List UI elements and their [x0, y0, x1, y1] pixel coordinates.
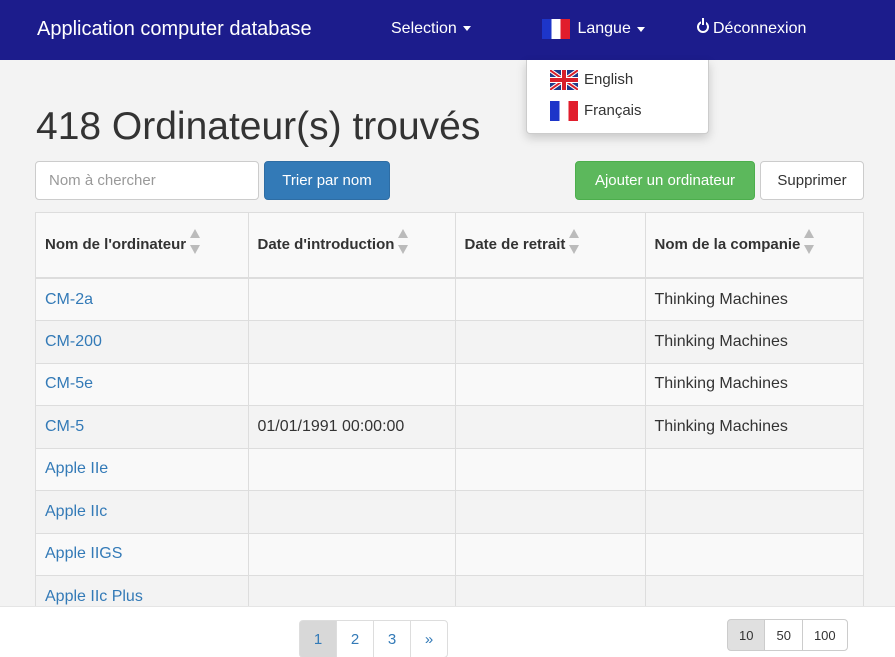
- sort-by-name-button[interactable]: Trier par nom: [264, 161, 390, 200]
- table-row: CM-200 Thinking Machines: [36, 320, 863, 363]
- uk-flag-icon: [550, 70, 578, 90]
- company-cell: Thinking Machines: [654, 290, 788, 308]
- fr-flag-icon: [542, 19, 570, 39]
- page-link-1[interactable]: 1: [299, 620, 337, 657]
- computer-name-cell[interactable]: CM-2a: [36, 278, 249, 321]
- company-cell: [645, 448, 863, 491]
- language-option-french[interactable]: Français: [550, 101, 642, 121]
- power-icon: [697, 18, 709, 34]
- sort-arrows-icon: [398, 228, 409, 258]
- discontinued-cell: [455, 533, 646, 576]
- column-header-discontinued[interactable]: Date de retrait: [455, 213, 646, 278]
- computer-name-cell[interactable]: Apple IIe: [36, 448, 249, 491]
- page-size-100-button[interactable]: 100: [801, 619, 848, 651]
- table-row: Apple IIc: [36, 490, 863, 534]
- footer-bar: 1 2 3 » 10 50 100: [0, 606, 895, 657]
- column-header-company[interactable]: Nom de la companie: [645, 213, 863, 278]
- computer-name-cell[interactable]: Apple IIGS: [36, 533, 249, 576]
- logout-link[interactable]: Déconnexion: [697, 18, 807, 38]
- company-cell: Thinking Machines: [654, 417, 788, 435]
- company-cell: Thinking Machines: [654, 375, 788, 393]
- introduced-cell: [248, 533, 456, 576]
- sort-arrows-icon: [190, 228, 201, 258]
- discontinued-cell: [455, 448, 646, 491]
- table-row: CM-5e Thinking Machines: [36, 363, 863, 406]
- computer-name-cell[interactable]: CM-200: [36, 320, 249, 363]
- company-cell: Thinking Machines: [654, 332, 788, 350]
- computer-name-link[interactable]: CM-5: [45, 418, 84, 435]
- top-navbar: Application computer database Selection …: [0, 0, 895, 60]
- next-page-link[interactable]: »: [410, 620, 448, 657]
- language-label: Langue: [577, 20, 631, 38]
- table-row: Apple IIGS: [36, 533, 863, 576]
- table-header-row: Nom de l'ordinateur Date d'introduction …: [36, 213, 863, 278]
- introduced-cell: [248, 575, 456, 606]
- computer-name-cell[interactable]: CM-5: [36, 405, 249, 448]
- language-dropdown: English Français: [526, 60, 709, 134]
- sort-arrows-icon: [804, 228, 815, 258]
- computers-table: Nom de l'ordinateur Date d'introduction …: [35, 212, 864, 606]
- page-size-selector: 10 50 100: [727, 619, 848, 651]
- computer-name-link[interactable]: Apple IIe: [45, 460, 108, 477]
- company-cell: [645, 533, 863, 576]
- discontinued-cell: [455, 490, 646, 533]
- discontinued-cell: [455, 405, 646, 448]
- computer-name-link[interactable]: CM-5e: [45, 375, 93, 392]
- table-row: Apple IIc Plus: [36, 575, 863, 607]
- discontinued-cell: [455, 320, 646, 363]
- page-size-50-button[interactable]: 50: [764, 619, 803, 651]
- page-title: 418 Ordinateur(s) trouvés: [36, 105, 481, 148]
- table-row: CM-5 01/01/1991 00:00:00 Thinking Machin…: [36, 405, 863, 448]
- introduced-cell: 01/01/1991 00:00:00: [248, 405, 456, 448]
- delete-button[interactable]: Supprimer: [760, 161, 864, 200]
- chevron-down-icon: [636, 26, 645, 32]
- computer-name-link[interactable]: CM-200: [45, 333, 102, 350]
- introduced-cell: [248, 278, 456, 321]
- sort-arrows-icon: [569, 228, 580, 258]
- introduced-cell: [248, 363, 456, 406]
- computer-name-cell[interactable]: Apple IIc Plus: [36, 575, 249, 606]
- computer-name-link[interactable]: Apple IIc: [45, 503, 107, 520]
- computer-name-link[interactable]: CM-2a: [45, 291, 93, 308]
- language-option-label: Français: [584, 101, 642, 119]
- selection-label: Selection: [391, 20, 457, 37]
- computer-name-link[interactable]: Apple IIGS: [45, 545, 122, 562]
- computer-name-cell[interactable]: Apple IIc: [36, 490, 249, 533]
- company-cell: [645, 491, 863, 534]
- introduced-cell: [248, 320, 456, 363]
- discontinued-cell: [455, 363, 646, 406]
- column-header-introduced[interactable]: Date d'introduction: [248, 213, 456, 278]
- page-size-10-button[interactable]: 10: [727, 619, 766, 651]
- selection-menu[interactable]: Selection: [391, 20, 471, 38]
- language-option-label: English: [584, 70, 634, 88]
- app-brand[interactable]: Application computer database: [37, 18, 312, 41]
- language-menu[interactable]: Langue: [542, 19, 645, 39]
- computer-name-cell[interactable]: CM-5e: [36, 363, 249, 406]
- table-row: CM-2a Thinking Machines: [36, 278, 863, 321]
- discontinued-cell: [455, 575, 646, 606]
- column-header-name[interactable]: Nom de l'ordinateur: [36, 213, 249, 278]
- discontinued-cell: [455, 278, 646, 321]
- logout-label: Déconnexion: [713, 20, 807, 37]
- page-link-2[interactable]: 2: [336, 620, 374, 657]
- language-option-english[interactable]: English: [550, 70, 633, 90]
- introduced-cell: [248, 448, 456, 491]
- computer-name-link[interactable]: Apple IIc Plus: [45, 588, 143, 605]
- pagination: 1 2 3 »: [299, 620, 448, 657]
- search-input[interactable]: [35, 161, 259, 200]
- page-link-3[interactable]: 3: [373, 620, 411, 657]
- introduced-cell: [248, 490, 456, 533]
- add-computer-button[interactable]: Ajouter un ordinateur: [575, 161, 755, 200]
- company-cell: [645, 576, 863, 607]
- chevron-down-icon: [462, 26, 471, 32]
- fr-flag-icon: [550, 101, 578, 121]
- table-row: Apple IIe: [36, 448, 863, 491]
